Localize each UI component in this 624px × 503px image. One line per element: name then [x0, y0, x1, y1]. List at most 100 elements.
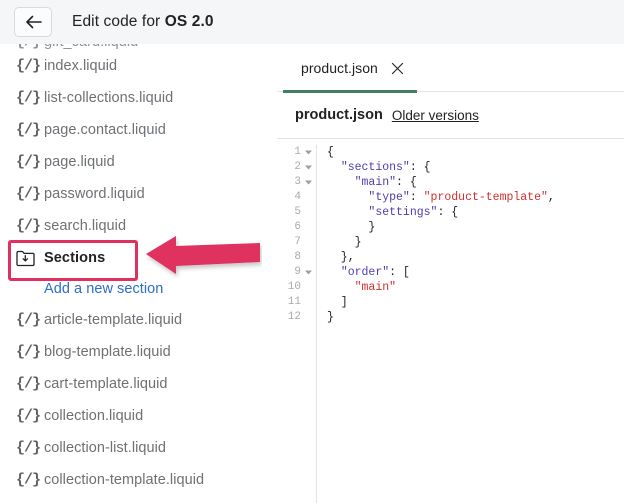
code-line: },: [327, 250, 624, 265]
line-number-gutter: 1 2 3 4 5 6 7 8 9 10 11 12: [277, 145, 317, 503]
code-line: }: [327, 220, 624, 235]
code-token: : {: [396, 176, 417, 189]
file-tree-item-label: collection.liquid: [44, 408, 144, 424]
file-tree-item[interactable]: {/} search.liquid: [0, 210, 277, 242]
file-tree-item[interactable]: {/} password.liquid: [0, 178, 277, 210]
page-title-prefix: Edit code for: [72, 13, 165, 30]
code-area[interactable]: 1 2 3 4 5 6 7 8 9 10 11 12 { "sections": { "main": …: [277, 139, 624, 503]
liquid-file-icon: {/}: [16, 311, 41, 329]
liquid-file-icon: {/}: [16, 185, 41, 203]
line-number: 1: [277, 145, 312, 160]
code-line: "main": [327, 280, 624, 295]
line-number: 5: [277, 205, 312, 220]
edit-code-screen: Edit code for OS 2.0 {/}gift_card.liquid…: [0, 0, 624, 503]
file-tree-item[interactable]: {/} article-template.liquid: [0, 304, 277, 336]
line-number-label: 7: [294, 236, 301, 248]
file-tree-item-label: article-template.liquid: [44, 312, 183, 328]
older-versions-link[interactable]: Older versions: [392, 108, 479, 123]
liquid-file-icon: {/}: [16, 89, 41, 107]
code-line: "type": "product-template",: [327, 190, 624, 205]
liquid-file-icon: {/}: [16, 439, 41, 457]
file-tree-item[interactable]: {/} collection-template.liquid: [0, 464, 277, 496]
file-tree-item[interactable]: {/} index.liquid: [0, 50, 277, 82]
file-tree-item[interactable]: {/} list-collections.liquid: [0, 82, 277, 114]
line-number-label: 11: [287, 296, 301, 308]
file-tree-item[interactable]: {/} page.liquid: [0, 146, 277, 178]
code-fold-toggle-icon[interactable]: [305, 175, 312, 190]
code-line: {: [327, 145, 624, 160]
sections-file-list: {/} article-template.liquid {/} blog-templa…: [0, 304, 277, 503]
file-tree-item-label: cart-template.liquid: [44, 376, 168, 392]
code-editor-pane: product.json product.json Older versions…: [277, 44, 624, 503]
add-a-new-section-link[interactable]: Add a new section: [44, 281, 163, 297]
code-token: {: [327, 146, 334, 159]
file-tree-item[interactable]: {/} page.contact.liquid: [0, 114, 277, 146]
code-token: :: [409, 191, 424, 204]
code-line: "settings": {: [327, 205, 624, 220]
file-tree-item[interactable]: {/}custom-content.liquid: [0, 496, 277, 503]
line-number-label: 9: [294, 266, 301, 278]
file-tree-item-label: page.contact.liquid: [44, 122, 166, 138]
line-number-label: 2: [294, 161, 301, 173]
file-tree-item[interactable]: {/} blog-template.liquid: [0, 336, 277, 368]
liquid-file-icon: {/}: [16, 471, 41, 489]
code-token: ,: [547, 191, 555, 204]
code-token: : {: [409, 161, 431, 174]
code-token: }: [327, 236, 362, 249]
liquid-file-icon: {/}: [16, 375, 41, 393]
liquid-file-icon: {/}: [16, 121, 41, 139]
file-tree-item-label: password.liquid: [44, 186, 145, 202]
line-number: 10: [277, 280, 312, 295]
line-number-label: 8: [294, 251, 301, 263]
liquid-file-icon: {/}: [16, 407, 41, 425]
line-number: 4: [277, 190, 312, 205]
editor-tab-product-json[interactable]: product.json: [283, 44, 420, 92]
line-number: 8: [277, 250, 312, 265]
back-button[interactable]: [14, 7, 52, 37]
code-token: },: [327, 251, 355, 264]
code-fold-toggle-icon[interactable]: [305, 160, 312, 175]
close-icon[interactable]: [391, 62, 404, 75]
arrow-left-icon: [25, 15, 42, 29]
line-number-label: 5: [294, 206, 301, 218]
file-tree-item[interactable]: {/} collection-list.liquid: [0, 432, 277, 464]
file-tree-item-label: search.liquid: [44, 218, 127, 234]
sidebar-scrollbar-track[interactable]: [266, 44, 541, 503]
code-content[interactable]: { "sections": { "main": { "type": "produ…: [317, 145, 624, 503]
file-tree-item[interactable]: {/} cart-template.liquid: [0, 368, 277, 400]
file-tree-sidebar[interactable]: {/}gift_card.liquid{/}index.liquid{/}lis…: [0, 44, 277, 503]
code-token: "order": [340, 266, 390, 279]
liquid-file-icon: {/}: [16, 217, 41, 235]
line-number-label: 10: [287, 281, 301, 293]
folder-download-icon: [16, 250, 35, 267]
code-line: "main": {: [327, 175, 624, 190]
file-tree-item-label: collection-template.liquid: [44, 472, 205, 488]
code-token: "type": [368, 191, 410, 204]
code-fold-toggle-icon[interactable]: [305, 145, 312, 160]
line-number-label: 4: [294, 191, 301, 203]
code-token: : [: [389, 266, 410, 279]
line-number: 12: [277, 310, 312, 325]
code-fold-toggle-icon[interactable]: [305, 265, 312, 280]
editor-tab-active-indicator: [283, 90, 417, 93]
page-title: Edit code for OS 2.0: [72, 13, 214, 31]
file-tree-item-label: page.liquid: [44, 154, 115, 170]
code-token: "settings": [368, 206, 438, 219]
sections-folder-row[interactable]: Sections: [0, 242, 277, 274]
code-line: "sections": {: [327, 160, 624, 175]
liquid-file-icon: {/}: [16, 57, 41, 75]
liquid-file-icon: {/}: [16, 343, 41, 361]
code-token: ]: [327, 296, 348, 309]
page-title-theme: OS 2.0: [164, 13, 214, 30]
line-number: 6: [277, 220, 312, 235]
code-token: "product-template": [423, 191, 548, 204]
code-token: "sections": [340, 161, 410, 174]
add-new-section-row: Add a new section: [0, 274, 277, 304]
line-number-label: 3: [294, 176, 301, 188]
editor-tabbar: product.json: [277, 44, 624, 93]
file-tree-item[interactable]: {/} collection.liquid: [0, 400, 277, 432]
